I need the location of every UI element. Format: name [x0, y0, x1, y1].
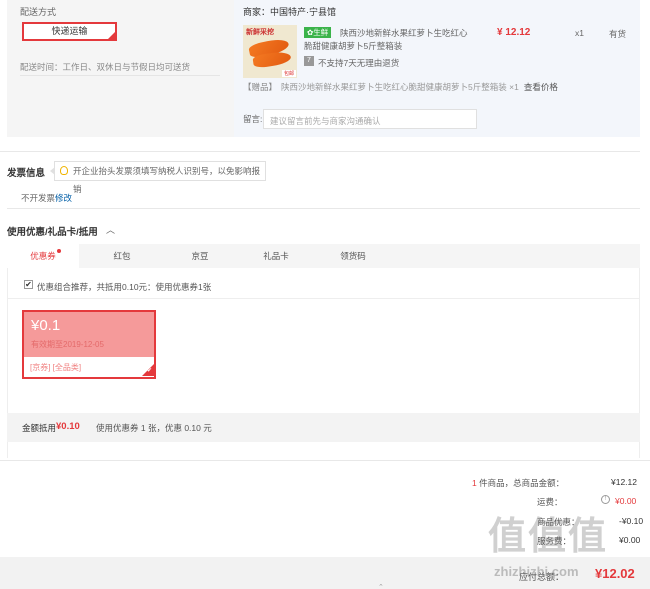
shipping-title: 配送方式 [20, 7, 57, 17]
divider [20, 75, 220, 76]
service-fee-value: ¥0.00 [619, 535, 641, 545]
pay-amount: ¥12.02 [595, 566, 635, 581]
no-return-icon: 7 [304, 56, 314, 66]
shipping-method-label: 快递运输 [51, 26, 88, 36]
check-icon: ✔ [147, 368, 153, 374]
shipping-note: 配送时间：工作日、双休日与节假日均可送货 [20, 62, 191, 72]
see-price-link[interactable]: 查看价格 [524, 82, 558, 92]
tab-label: 优惠券 [30, 251, 56, 261]
coupon-section-title[interactable]: 使用优惠/礼品卡/抵用 [7, 224, 98, 238]
divider [7, 208, 640, 209]
product-qty: x1 [575, 28, 584, 38]
coupon-amount: ¥0.1 [31, 317, 61, 334]
product-price: ¥ 12.12 [497, 27, 531, 38]
invoice-edit-link[interactable]: 修改 [55, 192, 72, 204]
tab-redeem-code[interactable]: 领货码 [317, 244, 389, 268]
fresh-badge-label: 生鲜 [313, 28, 329, 37]
shipping-method-button[interactable]: 快递运输 ✔ [22, 22, 117, 41]
combo-checkbox[interactable]: ✔ [24, 280, 33, 289]
watermark-logo: 值值值 [488, 516, 609, 558]
summary-count: 1 件商品，总商品金额： [472, 477, 564, 489]
shipping-fee: ¥0.00 [615, 496, 637, 506]
tip-arrow-icon [50, 167, 55, 175]
fresh-badge: ✿生鲜 [304, 27, 332, 38]
chevron-up-icon[interactable]: ︿ [106, 223, 115, 236]
divider [0, 151, 640, 152]
info-icon[interactable]: ! [601, 495, 610, 504]
invoice-tip-text: 开企业抬头发票须填写纳税人识别号，以免影响报销 [73, 166, 261, 194]
summary-total: ¥12.12 [611, 477, 637, 487]
invoice-value: 不开发票 [21, 193, 56, 203]
deduct-value: ¥0.10 [56, 421, 80, 432]
gift-name[interactable]: 陕西沙地新鲜水果红萝卜生吃红心脆甜健康胡萝卜5斤整箱装 ×1 [281, 82, 519, 92]
lightbulb-icon [60, 166, 68, 175]
check-icon: ✔ [109, 29, 115, 35]
shop-name: 商家：中国特产·宁县馆 [243, 7, 336, 17]
coupon-expire: 有效期至2019-12-05 [31, 340, 104, 349]
product-image-label: 新鲜采挖 [246, 29, 274, 36]
message-input[interactable]: 建议留言前先与商家沟通确认 [263, 109, 477, 129]
invoice-tip: 开企业抬头发票须填写纳税人识别号，以免影响报销 [50, 161, 266, 194]
watermark-url: zhizhizhi.com [494, 564, 579, 579]
coupon-scope: [京券] [全品类] [30, 363, 82, 372]
tab-jingdou[interactable]: 京豆 [164, 244, 236, 268]
divider [7, 298, 640, 299]
no-return-text: 不支持7天无理由退货 [318, 58, 400, 68]
caret-up-icon[interactable]: ⌃ [378, 583, 384, 589]
discount-value: -¥0.10 [619, 516, 644, 526]
summary-count-text: 件商品，总商品金额： [476, 478, 565, 488]
combo-text: 优惠组合推荐，共抵用0.10元：使用优惠券1张 [37, 282, 212, 292]
product-image-tag: 包邮 [281, 70, 296, 77]
gift-line: 【赠品】 陕西沙地新鲜水果红萝卜生吃红心脆甜健康胡萝卜5斤整箱装 ×1 查看价格 [243, 81, 558, 93]
checkout-page: 配送方式 快递运输 ✔ 配送时间：工作日、双休日与节假日均可送货 商家：中国特产… [0, 0, 650, 589]
invoice-title: 发票信息 [7, 168, 46, 179]
tab-red-packet[interactable]: 红包 [86, 244, 158, 268]
tab-gift-card[interactable]: 礼品卡 [240, 244, 312, 268]
deduct-detail: 使用优惠券 1 张，优惠 0.10 元 [96, 423, 212, 433]
divider [0, 460, 650, 461]
product-image[interactable]: 新鲜采挖 包邮 [243, 25, 297, 78]
tab-coupon[interactable]: 优惠券 [7, 244, 79, 268]
deduct-label: 金额抵用 [22, 423, 57, 433]
new-dot-icon [57, 249, 61, 253]
product-stock: 有货 [609, 29, 627, 39]
message-label: 留言: [243, 114, 263, 124]
gift-prefix: 【赠品】 [243, 82, 278, 92]
